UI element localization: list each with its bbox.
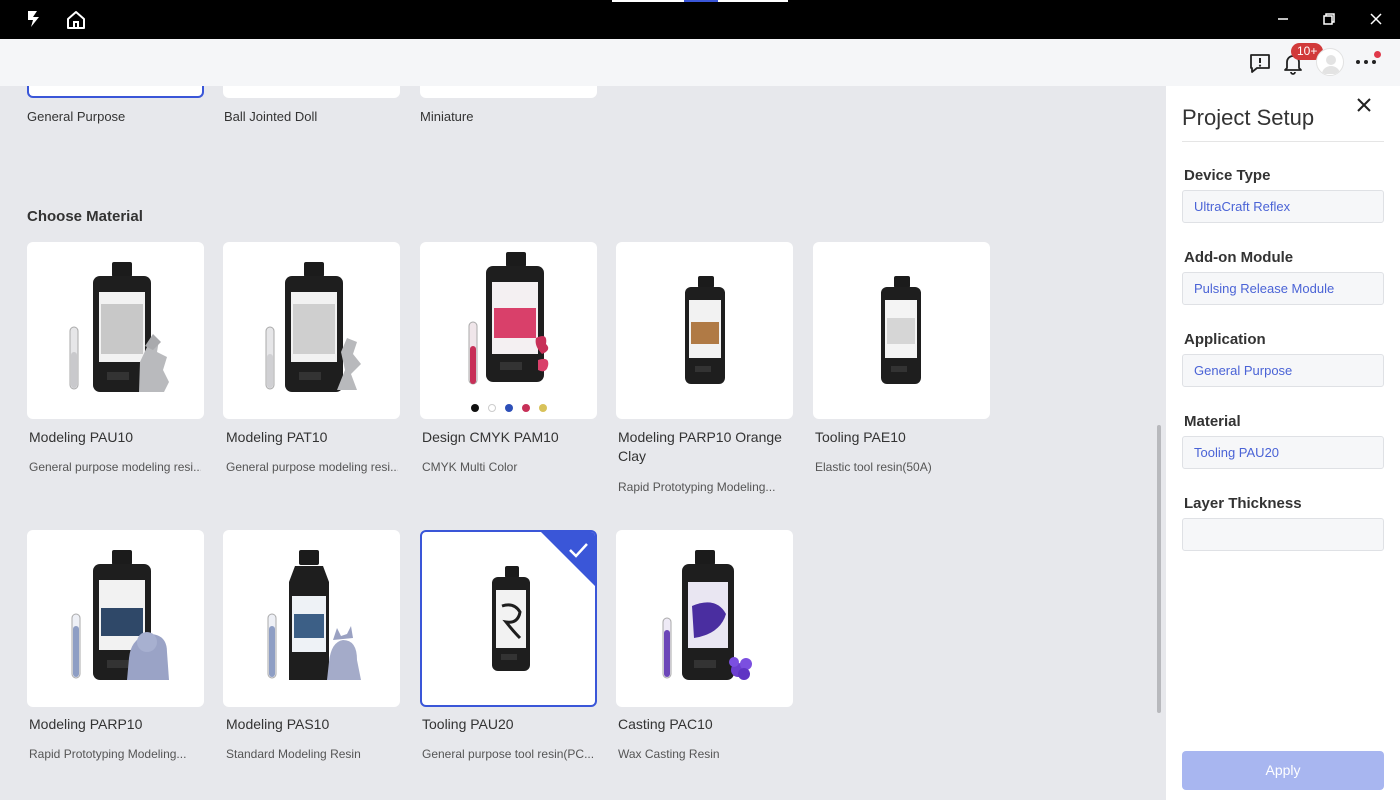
- home-icon[interactable]: [65, 9, 87, 31]
- material-name: Casting PAC10: [618, 716, 713, 732]
- layer-thickness-label: Layer Thickness: [1184, 495, 1302, 512]
- resin-bottle-image: [69, 262, 169, 392]
- divider: [1182, 141, 1384, 142]
- material-description: Rapid Prototyping Modeling...: [29, 747, 187, 761]
- material-card-modeling-parp10[interactable]: [27, 530, 204, 707]
- project-setup-panel: Project Setup Device Type UltraCraft Ref…: [1166, 86, 1400, 800]
- resin-bottle-image: [685, 276, 725, 384]
- material-card-tooling-pau20[interactable]: [420, 530, 597, 707]
- main-content: General Purpose Ball Jointed Doll Miniat…: [0, 86, 1166, 800]
- close-panel-icon[interactable]: [1356, 97, 1372, 113]
- close-icon[interactable]: [1365, 8, 1387, 30]
- color-dot-magenta[interactable]: [521, 404, 530, 412]
- selected-check-icon: [541, 532, 595, 586]
- vertical-scrollbar[interactable]: [1157, 425, 1161, 713]
- color-dot-white[interactable]: [487, 404, 496, 412]
- material-label: Material: [1184, 413, 1241, 430]
- material-description: CMYK Multi Color: [422, 460, 518, 474]
- unread-dot: [1374, 51, 1381, 58]
- material-description: Wax Casting Resin: [618, 747, 720, 761]
- application-label: Miniature: [420, 109, 474, 124]
- application-card-miniature[interactable]: [420, 86, 597, 98]
- resin-bottle-image: [662, 550, 752, 680]
- material-description: General purpose tool resin(PC...: [422, 747, 594, 761]
- application-label: General Purpose: [27, 109, 126, 124]
- material-field[interactable]: Tooling PAU20: [1182, 436, 1384, 469]
- panel-title: Project Setup: [1182, 105, 1315, 130]
- material-card-tooling-pae10[interactable]: [813, 242, 990, 419]
- color-dot-yellow[interactable]: [538, 404, 547, 412]
- device-type-field[interactable]: UltraCraft Reflex: [1182, 190, 1384, 223]
- material-card-modeling-pat10[interactable]: [223, 242, 400, 419]
- material-name: Modeling PAU10: [29, 429, 134, 445]
- material-name: Design CMYK PAM10: [422, 429, 559, 445]
- layer-thickness-field[interactable]: [1182, 518, 1384, 551]
- material-card-modeling-pau10[interactable]: [27, 242, 204, 419]
- avatar[interactable]: [1316, 48, 1344, 76]
- application-field[interactable]: General Purpose: [1182, 354, 1384, 387]
- material-name: Modeling PAS10: [226, 716, 330, 732]
- color-swatches: [420, 404, 597, 412]
- apply-button[interactable]: Apply: [1182, 751, 1384, 790]
- restore-icon[interactable]: [1318, 8, 1340, 30]
- minimize-icon[interactable]: [1272, 8, 1294, 30]
- section-title: Choose Material: [27, 208, 143, 225]
- loading-progress-bar: [612, 0, 788, 2]
- material-name: Tooling PAU20: [422, 716, 514, 732]
- title-bar: [0, 0, 1400, 39]
- material-description: Elastic tool resin(50A): [815, 460, 932, 474]
- application-card-general-purpose[interactable]: [27, 86, 204, 98]
- material-name: Tooling PAE10: [815, 429, 906, 445]
- resin-bottle-image: [881, 276, 921, 384]
- application-card-ball-jointed-doll[interactable]: [223, 86, 400, 98]
- material-description: Rapid Prototyping Modeling...: [618, 480, 776, 494]
- color-dot-blue[interactable]: [504, 404, 513, 412]
- feedback-icon[interactable]: [1248, 51, 1272, 75]
- material-description: General purpose modeling resi...: [29, 460, 201, 474]
- material-name: Modeling PAT10: [226, 429, 328, 445]
- resin-bottle-image: [71, 550, 169, 680]
- add-on-module-label: Add-on Module: [1184, 249, 1294, 266]
- header-bar: [0, 39, 1400, 86]
- application-label: Application: [1184, 331, 1266, 348]
- add-on-module-field[interactable]: Pulsing Release Module: [1182, 272, 1384, 305]
- material-description: General purpose modeling resi...: [226, 460, 398, 474]
- resin-bottle-image: [468, 252, 549, 385]
- resin-bottle-image: [265, 262, 361, 392]
- material-description: Standard Modeling Resin: [226, 747, 361, 761]
- more-icon[interactable]: [1354, 56, 1378, 68]
- material-card-modeling-parp10-orange-clay[interactable]: [616, 242, 793, 419]
- material-card-design-cmyk-pam10[interactable]: [420, 242, 597, 419]
- material-card-casting-pac10[interactable]: [616, 530, 793, 707]
- application-label: Ball Jointed Doll: [224, 109, 318, 124]
- device-type-label: Device Type: [1184, 167, 1271, 184]
- color-dot-black[interactable]: [470, 404, 479, 412]
- resin-bottle-image: [267, 550, 361, 680]
- material-name: Modeling PARP10 Orange Clay: [618, 429, 782, 464]
- material-card-modeling-pas10[interactable]: [223, 530, 400, 707]
- app-logo-icon[interactable]: [24, 9, 44, 29]
- material-name: Modeling PARP10: [29, 716, 143, 732]
